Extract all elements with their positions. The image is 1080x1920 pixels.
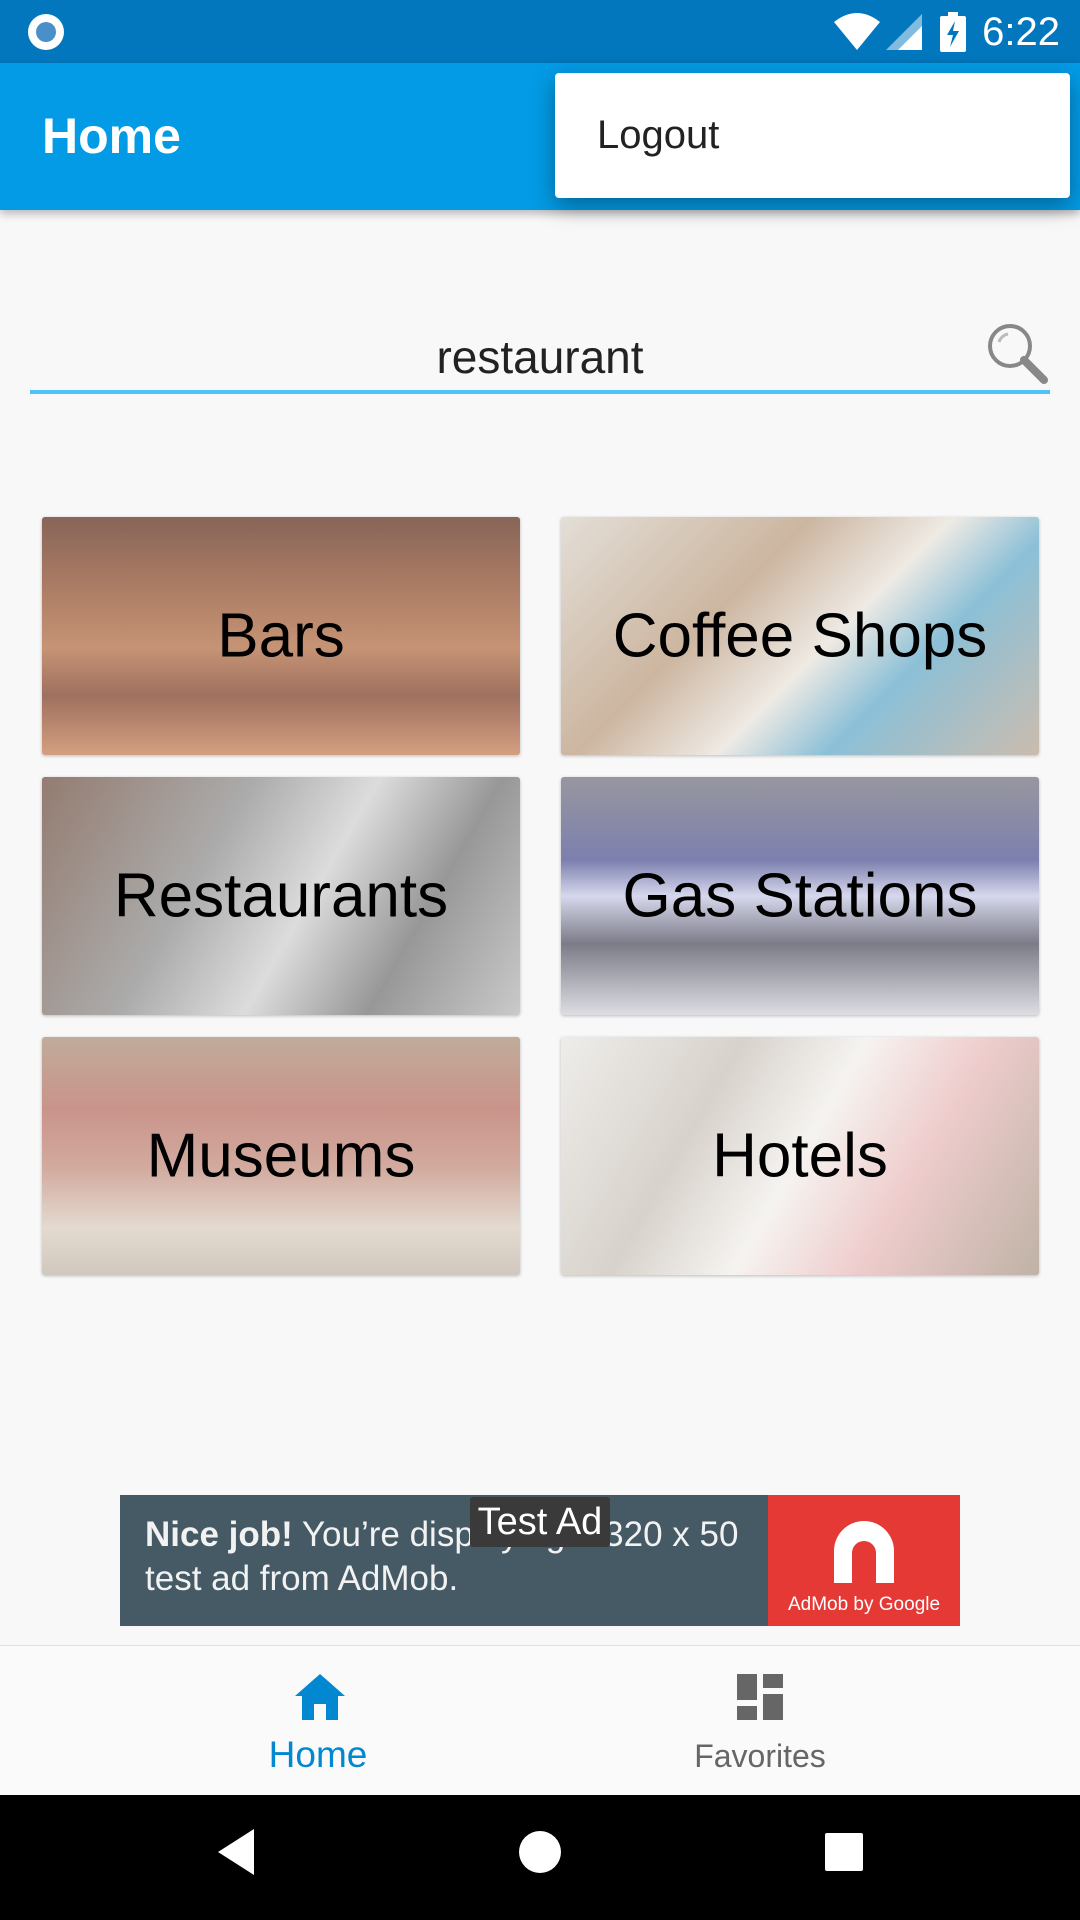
logout-menu-item[interactable]: Logout — [597, 113, 719, 158]
nav-favorites-label: Favorites — [694, 1738, 826, 1774]
recents-icon[interactable] — [823, 1827, 865, 1877]
overflow-menu: Logout — [555, 73, 1070, 198]
status-bar: 6:22 — [0, 0, 1080, 63]
category-tile-museums[interactable]: Museums — [42, 1037, 520, 1275]
category-label: Museums — [146, 1121, 416, 1191]
test-ad-badge: Test Ad — [470, 1497, 610, 1547]
back-icon[interactable] — [214, 1827, 258, 1877]
nav-home[interactable]: Home — [218, 1646, 418, 1796]
category-tile-hotels[interactable]: Hotels — [561, 1037, 1039, 1275]
category-label: Gas Stations — [622, 861, 978, 931]
wifi-icon — [834, 13, 880, 50]
search-icon[interactable] — [984, 320, 1050, 386]
category-label: Coffee Shops — [612, 601, 988, 671]
ad-headline: Nice job! — [145, 1515, 293, 1554]
admob-icon — [834, 1521, 894, 1583]
category-tile-coffee-shops[interactable]: Coffee Shops — [561, 517, 1039, 755]
home-icon — [295, 1674, 345, 1720]
category-label: Hotels — [712, 1121, 888, 1191]
clock: 6:22 — [982, 10, 1060, 54]
category-tile-restaurants[interactable]: Restaurants — [42, 777, 520, 1015]
cell-signal-icon — [886, 14, 922, 50]
home-circle-icon[interactable] — [518, 1827, 562, 1877]
notification-icon — [28, 14, 64, 50]
system-navigation-bar — [0, 1795, 1080, 1920]
category-label: Restaurants — [113, 861, 449, 931]
dashboard-icon — [737, 1674, 783, 1720]
search-input[interactable]: restaurant — [30, 330, 1050, 384]
bottom-navigation: Home Favorites — [0, 1645, 1080, 1795]
nav-home-label: Home — [268, 1734, 368, 1775]
ad-text: Nice job! You’re displaying a 320 x 50 t… — [145, 1513, 765, 1601]
category-label: Bars — [217, 601, 345, 671]
nav-favorites[interactable]: Favorites — [660, 1646, 860, 1796]
admob-brand: AdMob by Google — [787, 1594, 941, 1615]
category-tile-gas-stations[interactable]: Gas Stations — [561, 777, 1039, 1015]
admob-logo: AdMob by Google — [768, 1495, 960, 1626]
page-title: Home — [42, 108, 181, 164]
battery-charging-icon — [940, 12, 966, 52]
search-field[interactable]: restaurant — [30, 300, 1050, 394]
category-tile-bars[interactable]: Bars — [42, 517, 520, 755]
